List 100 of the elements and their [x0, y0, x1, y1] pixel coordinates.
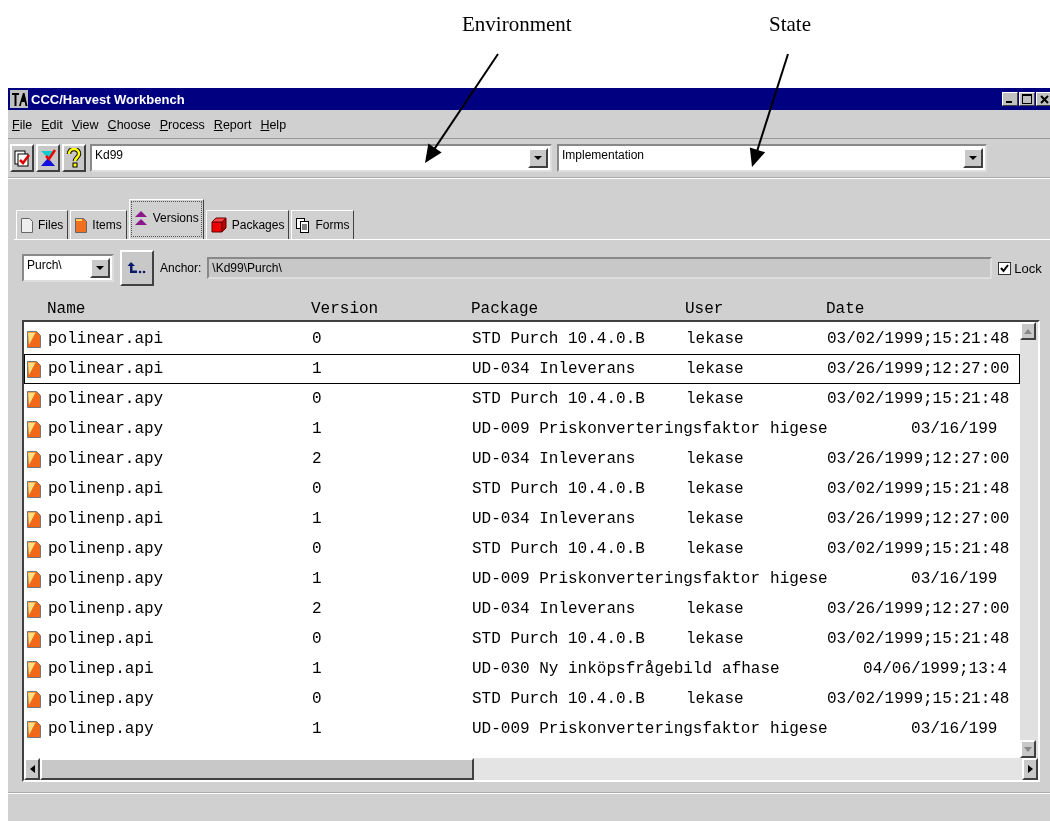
column-header[interactable]: Name: [47, 300, 311, 318]
file-icon: [27, 540, 41, 558]
list-row[interactable]: polinenp.apy 0 STD Purch 10.4.0.B lekase 03/02/1999;15:21:48: [24, 534, 1020, 564]
toolbar-button[interactable]: [62, 144, 86, 172]
name-cell-text: polinear.apy: [48, 390, 165, 408]
path-dropdown[interactable]: Purch\: [22, 254, 114, 282]
list-row[interactable]: polinenp.api 1 UD-034 Inleverans lekase 03/26/1999;12:27:00: [24, 504, 1020, 534]
version-cell-text: 0: [312, 540, 323, 558]
checklist-icon: [12, 148, 32, 168]
name-cell-text: polinear.apy: [48, 450, 165, 468]
scroll-left-icon: [29, 765, 35, 773]
scroll-down-icon: [1024, 746, 1032, 752]
environment-dropdown[interactable]: Kd99: [90, 144, 552, 172]
date-cell: 03/16/199: [911, 720, 998, 738]
lock-checkbox[interactable]: Lock: [998, 260, 1042, 276]
user-cell-text: lekase: [686, 690, 745, 708]
close-button[interactable]: [1036, 92, 1050, 106]
list-row[interactable]: polinenp.apy 1 UD-009 Priskonverteringsfaktor higese 03/16/199: [24, 564, 1020, 594]
package-cell-text: STD Purch 10.4.0.B: [472, 540, 646, 558]
list-row[interactable]: polinep.api 1 UD-030 Ny inköpsfrågebild afhase 04/06/1999;13:4: [24, 654, 1020, 684]
checkmark-icon: [1000, 263, 1010, 273]
menu-item[interactable]: Report: [213, 118, 252, 132]
menu-item[interactable]: View: [71, 118, 99, 132]
list-row[interactable]: polinenp.apy 2 UD-034 Inleverans lekase 03/26/1999;12:27:00: [24, 594, 1020, 624]
package-cell: UD-009 Priskonverteringsfaktor: [472, 570, 761, 588]
version-cell-text: 1: [312, 420, 323, 438]
user-cell-text: lekase: [686, 600, 745, 618]
app-icon: [10, 90, 28, 108]
list-row[interactable]: polinear.api 1 UD-034 Inleverans lekase 03/26/1999;12:27:00: [24, 354, 1020, 384]
user-cell-text: lekase: [686, 510, 745, 528]
anchor-field[interactable]: \Kd99\Purch\: [207, 257, 993, 279]
list-row[interactable]: polinear.apy 2 UD-034 Inleverans lekase 03/26/1999;12:27:00: [24, 444, 1020, 474]
package-cell-text: STD Purch 10.4.0.B: [472, 630, 646, 648]
minimize-button[interactable]: [1002, 92, 1018, 106]
package-cell-text: STD Purch 10.4.0.B: [472, 480, 646, 498]
list-row[interactable]: polinear.api 0 STD Purch 10.4.0.B lekase 03/02/1999;15:21:48: [24, 324, 1020, 354]
list-row[interactable]: polinep.apy 0 STD Purch 10.4.0.B lekase 03/02/1999;15:21:48: [24, 684, 1020, 714]
state-dropdown[interactable]: Implementation: [557, 144, 987, 172]
list-row[interactable]: polinep.api 0 STD Purch 10.4.0.B lekase 03/02/1999;15:21:48: [24, 624, 1020, 654]
user-cell-text: lekase: [686, 390, 745, 408]
toolbar-button[interactable]: [10, 144, 34, 172]
file-icon: [27, 630, 41, 648]
package-cell: UD-009 Priskonverteringsfaktor: [472, 420, 761, 438]
up-arrow-icon: [127, 261, 147, 275]
version-cell-text: 1: [312, 360, 323, 378]
date-cell: 04/06/1999;13:4: [863, 660, 1008, 678]
file-icon: [27, 570, 41, 588]
version-cell-text: 0: [312, 690, 323, 708]
file-icon: [75, 217, 88, 233]
tab[interactable]: Packages: [205, 210, 290, 239]
name-cell-text: polinenp.api: [48, 510, 165, 528]
date-cell: 03/26/1999;12:27:00: [827, 360, 1010, 378]
list-row[interactable]: polinep.apy 1 UD-009 Priskonverteringsfaktor higese 03/16/199: [24, 714, 1020, 744]
tab[interactable]: Versions: [128, 199, 204, 239]
menu-item[interactable]: Edit: [41, 118, 63, 132]
vertical-scrollbar[interactable]: [1020, 322, 1038, 758]
menu-item[interactable]: Process: [159, 118, 205, 132]
list-row[interactable]: polinear.apy 1 UD-009 Priskonverteringsfaktor higese 03/16/199: [24, 414, 1020, 444]
file-icon: [27, 360, 41, 378]
tab[interactable]: Forms: [291, 210, 355, 239]
menu-item[interactable]: Help: [260, 118, 287, 132]
package-cell-text: UD-034 Inleverans: [472, 600, 637, 618]
column-header[interactable]: Package: [471, 300, 685, 318]
scroll-thumb[interactable]: [40, 758, 474, 780]
version-cell-text: 0: [312, 630, 323, 648]
version-cell-text: 2: [312, 600, 323, 618]
tab[interactable]: Files: [16, 210, 69, 239]
close-icon: [1039, 94, 1049, 104]
forms-icon: [296, 217, 311, 233]
name-cell-text: polinear.api: [48, 330, 165, 348]
dropdown-arrow-icon: [534, 156, 542, 160]
version-cell-text: 0: [312, 330, 323, 348]
file-icon: [27, 480, 41, 498]
horizontal-scrollbar[interactable]: [24, 758, 1038, 780]
maximize-button[interactable]: [1019, 92, 1035, 106]
name-cell-text: polinep.api: [48, 660, 155, 678]
tab[interactable]: Items: [70, 210, 127, 239]
date-cell: 03/02/1999;15:21:48: [827, 390, 1010, 408]
version-cell-text: 0: [312, 390, 323, 408]
user-cell-text: higese: [770, 420, 829, 438]
user-cell-text: lekase: [686, 630, 745, 648]
up-level-button[interactable]: [120, 250, 154, 286]
version-cell-text: 1: [312, 510, 323, 528]
package-cell-text: UD-034 Inleverans: [472, 510, 637, 528]
menu-item[interactable]: File: [12, 118, 33, 132]
column-header[interactable]: Date: [826, 300, 865, 318]
date-cell: 03/02/1999;15:21:48: [827, 540, 1010, 558]
toolbar-button[interactable]: [36, 144, 60, 172]
checkbox[interactable]: [998, 261, 1012, 275]
package-cell-text: STD Purch 10.4.0.B: [472, 390, 646, 408]
file-icon: [27, 330, 41, 348]
list-row[interactable]: polinear.apy 0 STD Purch 10.4.0.B lekase 03/02/1999;15:21:48: [24, 384, 1020, 414]
column-header[interactable]: Version: [311, 300, 471, 318]
menu-item[interactable]: Choose: [107, 118, 151, 132]
file-icon: [27, 420, 41, 438]
help-icon: [66, 148, 82, 168]
column-header[interactable]: User: [685, 300, 826, 318]
window-title: CCC/Harvest Workbench: [31, 91, 185, 107]
list-row[interactable]: polinenp.api 0 STD Purch 10.4.0.B lekase 03/02/1999;15:21:48: [24, 474, 1020, 504]
name-cell-text: polinep.apy: [48, 720, 155, 738]
